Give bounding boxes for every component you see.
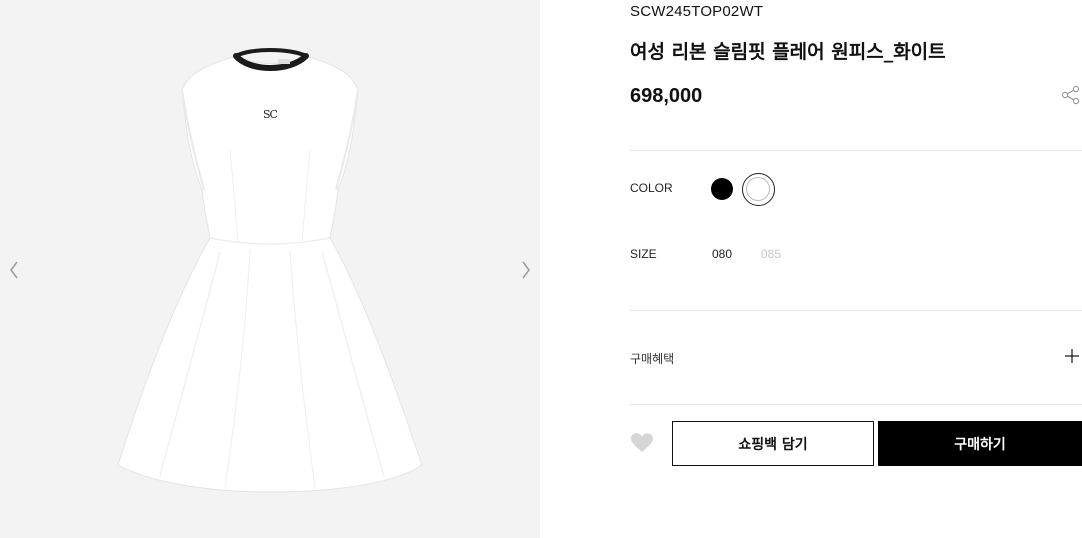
product-sku: SCW245TOP02WT: [630, 3, 764, 20]
product-title: 여성 리본 슬림핏 플레어 원피스_화이트: [630, 41, 946, 63]
product-price: 698,000: [630, 85, 703, 107]
gallery-next-button[interactable]: [516, 258, 536, 282]
color-swatch-white-fill: [746, 177, 770, 201]
chevron-left-icon: [10, 261, 18, 279]
color-swatch-black[interactable]: [711, 178, 733, 200]
purchase-benefits-label: 구매혜택: [630, 352, 675, 366]
size-option-080[interactable]: 080: [712, 247, 732, 261]
wishlist-button[interactable]: [630, 432, 654, 454]
size-option-085[interactable]: 085: [761, 247, 781, 261]
share-icon: [1061, 85, 1080, 105]
product-image-gallery: SC: [0, 0, 540, 538]
divider: [630, 150, 1082, 151]
divider: [630, 404, 1082, 405]
chevron-right-icon: [522, 261, 530, 279]
color-label: COLOR: [630, 181, 673, 195]
plus-icon: [1065, 349, 1079, 363]
heart-icon: [631, 433, 653, 452]
add-to-cart-button[interactable]: 쇼핑백 담기: [672, 421, 874, 466]
color-swatch-white[interactable]: [742, 173, 775, 206]
gallery-prev-button[interactable]: [4, 258, 24, 282]
size-label: SIZE: [630, 247, 657, 261]
divider: [630, 310, 1082, 311]
buy-now-button[interactable]: 구매하기: [878, 421, 1082, 466]
product-info-panel: SCW245TOP02WT 여성 리본 슬림핏 플레어 원피스_화이트 698,…: [630, 0, 1082, 538]
product-image: SC: [100, 40, 440, 510]
share-button[interactable]: [1060, 84, 1082, 106]
dress-logo: SC: [263, 108, 278, 121]
purchase-benefits-toggle[interactable]: 구매혜택: [630, 348, 1082, 368]
